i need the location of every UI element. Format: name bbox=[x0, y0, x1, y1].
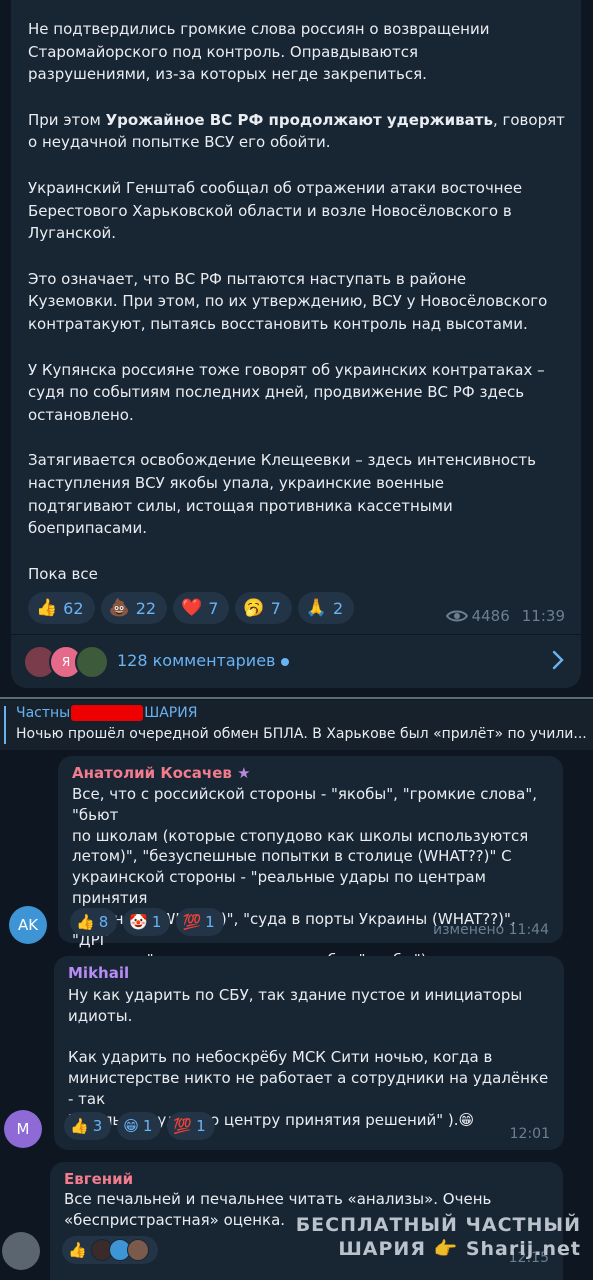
reaction-thumbs-up[interactable]: 👍 bbox=[62, 1236, 158, 1264]
post-bold-text: Урожайное ВС РФ продолжают удерживать bbox=[105, 110, 493, 129]
reaction-pray[interactable]: 🙏 2 bbox=[297, 592, 355, 624]
reaction-heart[interactable]: ❤️ 7 bbox=[173, 592, 230, 624]
comment-bubble: Mikhail Ну как ударить по СБУ, так здани… bbox=[54, 956, 564, 1150]
comment-time: изменено 11:44 bbox=[433, 922, 549, 938]
yawn-icon: 🥱 bbox=[243, 598, 265, 618]
unread-dot-icon bbox=[281, 657, 290, 666]
avatar bbox=[126, 1239, 149, 1261]
comments-bar[interactable]: Я 128 комментариев bbox=[11, 634, 581, 689]
post-paragraph-6: Затягивается освобождение Клещеевки – зд… bbox=[28, 451, 536, 538]
avatar[interactable]: AK bbox=[9, 906, 47, 944]
thumbs-up-icon: 👍 bbox=[70, 1117, 89, 1135]
comment-author[interactable]: Анатолий Косачев ★ bbox=[72, 764, 251, 782]
reaction-hundred[interactable]: 💯 1 bbox=[167, 1112, 215, 1140]
pinned-accent-bar bbox=[4, 706, 6, 744]
reaction-poop[interactable]: 💩 22 bbox=[100, 592, 168, 624]
comment-bubble: Анатолий Косачев ★ Все, что с российской… bbox=[58, 756, 563, 969]
view-count: 4486 bbox=[471, 607, 510, 625]
post-paragraph-5: У Купянска россияне тоже говорят об укра… bbox=[28, 360, 545, 424]
avatar[interactable] bbox=[2, 1232, 40, 1270]
comment-reactions: 👍 3 😁 1 💯 1 bbox=[64, 1112, 215, 1140]
reaction-clown[interactable]: 🤡 1 bbox=[123, 908, 171, 936]
redaction-mark bbox=[71, 705, 144, 721]
thumbs-up-icon: 👍 bbox=[68, 1241, 87, 1259]
reaction-thumbs-up[interactable]: 👍 62 bbox=[28, 592, 95, 624]
comment-reactions: 👍 bbox=[62, 1236, 158, 1264]
pinned-text: Ночью прошёл очередной обмен БПЛА. В Хар… bbox=[16, 726, 587, 742]
clown-icon: 🤡 bbox=[129, 913, 148, 931]
post-text: Не подтвердились громкие слова россиян о… bbox=[28, 18, 568, 608]
post-paragraph-4: Это означает, что ВС РФ пытаются наступа… bbox=[28, 269, 548, 333]
hundred-icon: 💯 bbox=[182, 913, 202, 931]
post-time: 11:39 bbox=[521, 607, 565, 625]
avatar bbox=[75, 645, 109, 679]
comment-author[interactable]: Евгений bbox=[64, 1170, 133, 1188]
post-paragraph-3: Украинский Генштаб сообщал об отражении … bbox=[28, 178, 523, 243]
post-meta: 4486 11:39 bbox=[445, 607, 565, 625]
post-paragraph-7: Пока все bbox=[28, 564, 98, 583]
channel-post: Не подтвердились громкие слова россиян о… bbox=[11, 0, 581, 688]
reaction-thumbs-up[interactable]: 👍 3 bbox=[64, 1112, 112, 1140]
divider bbox=[0, 697, 593, 699]
grin-icon: 😁 bbox=[123, 1117, 139, 1135]
pray-icon: 🙏 bbox=[305, 598, 327, 618]
reaction-hundred[interactable]: 💯 1 bbox=[176, 908, 224, 936]
pinned-title: Частны ШАРИЯ bbox=[16, 705, 198, 721]
comment-author[interactable]: Mikhail bbox=[68, 964, 129, 982]
commenter-avatars: Я bbox=[23, 645, 113, 679]
comment-reactions: 👍 8 🤡 1 💯 1 bbox=[70, 908, 224, 936]
post-reactions: 👍 62 💩 22 ❤️ 7 🥱 7 🙏 2 bbox=[28, 592, 355, 624]
comments-count-link[interactable]: 128 комментариев bbox=[117, 651, 290, 670]
post-paragraph-2: При этом Урожайное ВС РФ продолжают удер… bbox=[28, 110, 565, 152]
hundred-icon: 💯 bbox=[173, 1117, 193, 1135]
post-paragraph-1: Не подтвердились громкие слова россиян о… bbox=[28, 20, 490, 84]
comment-time: 12:01 bbox=[509, 1126, 550, 1142]
reaction-grin[interactable]: 😁 1 bbox=[117, 1112, 162, 1140]
chevron-right-icon[interactable] bbox=[551, 650, 565, 670]
reaction-yawn[interactable]: 🥱 7 bbox=[235, 592, 292, 624]
eye-icon bbox=[445, 610, 468, 622]
heart-icon: ❤️ bbox=[181, 598, 203, 618]
watermark: БЕСПЛАТНЫЙ ЧАСТНЫЙ ШАРИЯ 👉 Sharij.net bbox=[295, 1214, 581, 1260]
star-icon: ★ bbox=[237, 764, 251, 782]
thumbs-up-icon: 👍 bbox=[76, 913, 95, 931]
poop-icon: 💩 bbox=[108, 598, 130, 618]
pinned-message[interactable]: Частны ШАРИЯ Ночью прошёл очередной обмен… bbox=[0, 700, 593, 750]
comment-text: Ну как ударить по СБУ, так здание пустое… bbox=[68, 986, 549, 1129]
avatar[interactable]: M bbox=[4, 1110, 42, 1148]
comment-text: Все, что с российской стороны - "якобы",… bbox=[72, 785, 538, 969]
thumbs-up-icon: 👍 bbox=[36, 598, 58, 618]
reaction-thumbs-up[interactable]: 👍 8 bbox=[70, 908, 118, 936]
